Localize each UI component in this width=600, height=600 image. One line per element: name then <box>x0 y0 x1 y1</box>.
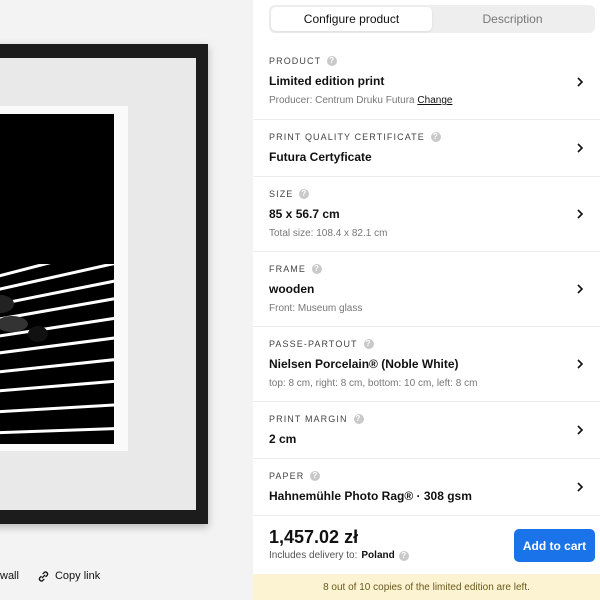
help-icon[interactable]: ? <box>398 550 409 561</box>
chevron-right-icon <box>577 143 584 153</box>
change-producer-link[interactable]: Change <box>417 95 452 106</box>
help-icon[interactable]: ? <box>430 132 441 142</box>
add-to-cart-button[interactable]: Add to cart <box>514 529 595 562</box>
help-icon[interactable]: ? <box>310 471 321 481</box>
option-size[interactable]: SIZE ? 85 x 56.7 cm Total size: 108.4 x … <box>253 177 600 252</box>
option-value: 2 cm <box>269 432 297 446</box>
option-subtext: Total size: 108.4 x 82.1 cm <box>269 228 388 239</box>
tab-description[interactable]: Description <box>432 7 593 31</box>
copy-link-button[interactable]: Copy link <box>37 570 100 583</box>
help-icon[interactable]: ? <box>299 189 310 199</box>
view-on-wall-link[interactable]: wall <box>0 570 19 582</box>
artwork-frame <box>0 44 208 524</box>
delivery-country: Poland <box>361 550 395 561</box>
option-paper[interactable]: PAPER ? Hahnemühle Photo Rag® · 308 gsm <box>253 459 600 516</box>
option-product[interactable]: PRODUCT ? Limited edition print Producer… <box>253 44 600 120</box>
artwork-preview: wall Copy link <box>0 0 253 600</box>
print-margin <box>0 106 128 451</box>
artwork-image <box>0 114 114 444</box>
preview-actions: wall Copy link <box>0 566 100 586</box>
help-icon[interactable]: ? <box>353 414 364 424</box>
option-label: FRAME <box>269 264 306 274</box>
tab-bar: Configure product Description <box>269 5 595 33</box>
option-value: Nielsen Porcelain® (Noble White) <box>269 357 459 371</box>
limited-edition-notice: 8 out of 10 copies of the limited editio… <box>253 574 600 600</box>
delivery-prefix: Includes delivery to: <box>269 550 358 561</box>
option-subtext: top: 8 cm, right: 8 cm, bottom: 10 cm, l… <box>269 378 478 389</box>
chevron-right-icon <box>577 77 584 87</box>
option-value: wooden <box>269 282 315 296</box>
option-label: SIZE <box>269 189 294 199</box>
option-label: PRODUCT <box>269 56 322 66</box>
copy-link-label: Copy link <box>54 570 101 582</box>
chevron-right-icon <box>577 209 584 219</box>
option-label: PAPER <box>269 471 305 481</box>
option-label: PRINT MARGIN <box>269 414 348 424</box>
option-frame[interactable]: FRAME ? wooden Front: Museum glass <box>253 252 600 327</box>
option-certificate[interactable]: PRINT QUALITY CERTIFICATE ? Futura Certy… <box>253 120 600 177</box>
help-icon[interactable]: ? <box>327 56 338 66</box>
option-value: Limited edition print <box>269 74 385 88</box>
delivery-info: Includes delivery to: Poland ? <box>269 550 409 561</box>
link-icon <box>38 570 49 582</box>
tab-configure-product[interactable]: Configure product <box>271 7 432 31</box>
chevron-right-icon <box>577 359 584 369</box>
help-icon[interactable]: ? <box>312 264 322 274</box>
chevron-right-icon <box>577 284 584 294</box>
producer-text: Producer: Centrum Druku Futura <box>269 95 415 106</box>
option-label: PASSE-PARTOUT <box>269 339 358 349</box>
option-value: Hahnemühle Photo Rag® · 308 gsm <box>269 489 472 503</box>
striped-photo <box>0 264 114 435</box>
total-price: 1,457.02 zł <box>269 527 359 547</box>
configurator-panel: Configure product Description PRODUCT ? … <box>253 0 600 600</box>
option-value: Futura Certyficate <box>269 150 372 164</box>
option-value: 85 x 56.7 cm <box>269 207 340 221</box>
chevron-right-icon <box>577 425 584 435</box>
option-subtext: Front: Museum glass <box>269 303 363 314</box>
passe-partout <box>0 58 196 510</box>
option-passe-partout[interactable]: PASSE-PARTOUT ? Nielsen Porcelain® (Nobl… <box>253 327 600 402</box>
option-print-margin[interactable]: PRINT MARGIN ? 2 cm <box>253 402 600 459</box>
chevron-right-icon <box>577 482 584 492</box>
help-icon[interactable]: ? <box>363 339 374 349</box>
option-label: PRINT QUALITY CERTIFICATE <box>269 132 425 142</box>
